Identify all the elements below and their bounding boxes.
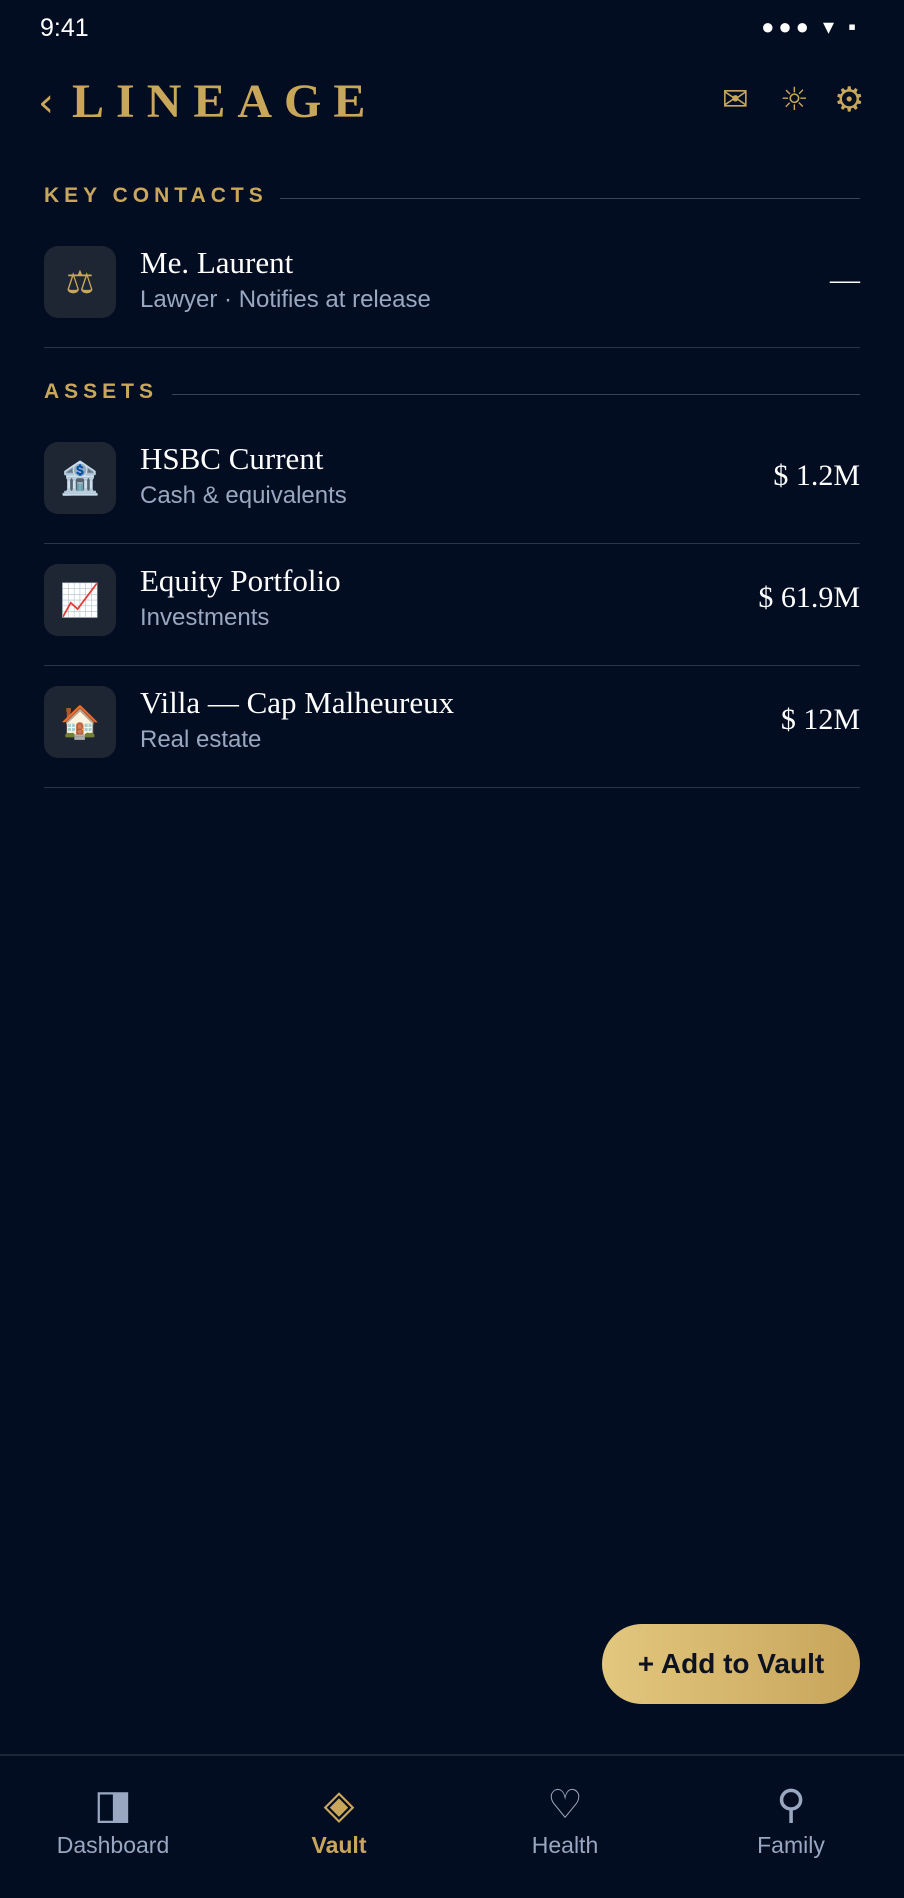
settings-gear-icon[interactable]: ⚙ xyxy=(834,80,864,120)
asset-value: $ 12M xyxy=(780,703,860,736)
asset-name: Equity Portfolio xyxy=(140,563,341,598)
tab-vault[interactable]: ◈ Vault xyxy=(226,1756,452,1898)
tab-label: Vault xyxy=(311,1832,367,1858)
asset-category: Real estate xyxy=(140,726,262,753)
section-assets: ASSETS xyxy=(44,380,860,410)
section-key-contacts: KEY CONTACTS xyxy=(44,184,860,214)
section-divider xyxy=(280,198,860,199)
asset-row-equity-portfolio[interactable]: 📈 Equity Portfolio Investments $ 61.9M xyxy=(44,543,860,666)
asset-name: HSBC Current xyxy=(140,441,324,476)
section-title-key-contacts: KEY CONTACTS xyxy=(44,184,288,208)
asset-row-hsbc-current[interactable]: 🏦 HSBC Current Cash & equivalents $ 1.2M xyxy=(44,421,860,544)
add-to-vault-button[interactable]: + Add to Vault xyxy=(602,1624,860,1704)
bottom-tab-bar: ◨ Dashboard ◈ Vault ♡ Health ⚲ Family xyxy=(0,1754,904,1898)
tab-label: Health xyxy=(531,1832,599,1858)
contact-row-lawyer[interactable]: ⚖ Me. Laurent Lawyer · Notifies at relea… xyxy=(44,225,860,348)
asset-category: Investments xyxy=(140,604,270,631)
asset-name: Villa — Cap Malheureux xyxy=(140,685,455,720)
status-icons: ●●● ▾ ▪ xyxy=(761,14,860,39)
mail-icon[interactable]: ✉ xyxy=(722,80,749,118)
asset-value: $ 1.2M xyxy=(773,459,860,492)
section-title-assets: ASSETS xyxy=(44,380,179,404)
vault-diamond-icon: ◈ xyxy=(323,1782,355,1828)
tab-family[interactable]: ⚲ Family xyxy=(678,1756,904,1898)
asset-row-villa[interactable]: 🏠 Villa — Cap Malheureux Real estate $ 1… xyxy=(44,665,860,788)
heart-icon: ♡ xyxy=(547,1782,583,1828)
theme-sun-icon[interactable]: ☼ xyxy=(780,80,809,118)
family-tree-icon: ⚲ xyxy=(776,1782,806,1828)
back-chevron-icon[interactable]: ‹ xyxy=(38,80,54,126)
tab-dashboard[interactable]: ◨ Dashboard xyxy=(0,1756,226,1898)
tab-label: Dashboard xyxy=(56,1832,170,1858)
asset-value: $ 61.9M xyxy=(758,581,860,614)
tab-health[interactable]: ♡ Health xyxy=(452,1756,678,1898)
chart-increasing-icon: 📈 xyxy=(44,564,116,636)
app-title: LINEAGE xyxy=(72,75,378,128)
status-bar: 9:41 ●●● ▾ ▪ xyxy=(0,0,904,60)
contact-name: Me. Laurent xyxy=(140,245,294,280)
section-divider xyxy=(172,394,860,395)
asset-category: Cash & equivalents xyxy=(140,482,347,509)
status-time: 9:41 xyxy=(40,14,89,42)
bank-icon: 🏦 xyxy=(44,442,116,514)
house-icon: 🏠 xyxy=(44,686,116,758)
app-header: ‹ LINEAGE ✉ ☼ ⚙ xyxy=(0,70,904,170)
contact-value: — xyxy=(830,263,860,296)
dashboard-icon: ◨ xyxy=(94,1782,132,1828)
contact-subtitle: Lawyer · Notifies at release xyxy=(140,286,431,313)
scales-icon: ⚖ xyxy=(44,246,116,318)
tab-label: Family xyxy=(757,1832,825,1858)
